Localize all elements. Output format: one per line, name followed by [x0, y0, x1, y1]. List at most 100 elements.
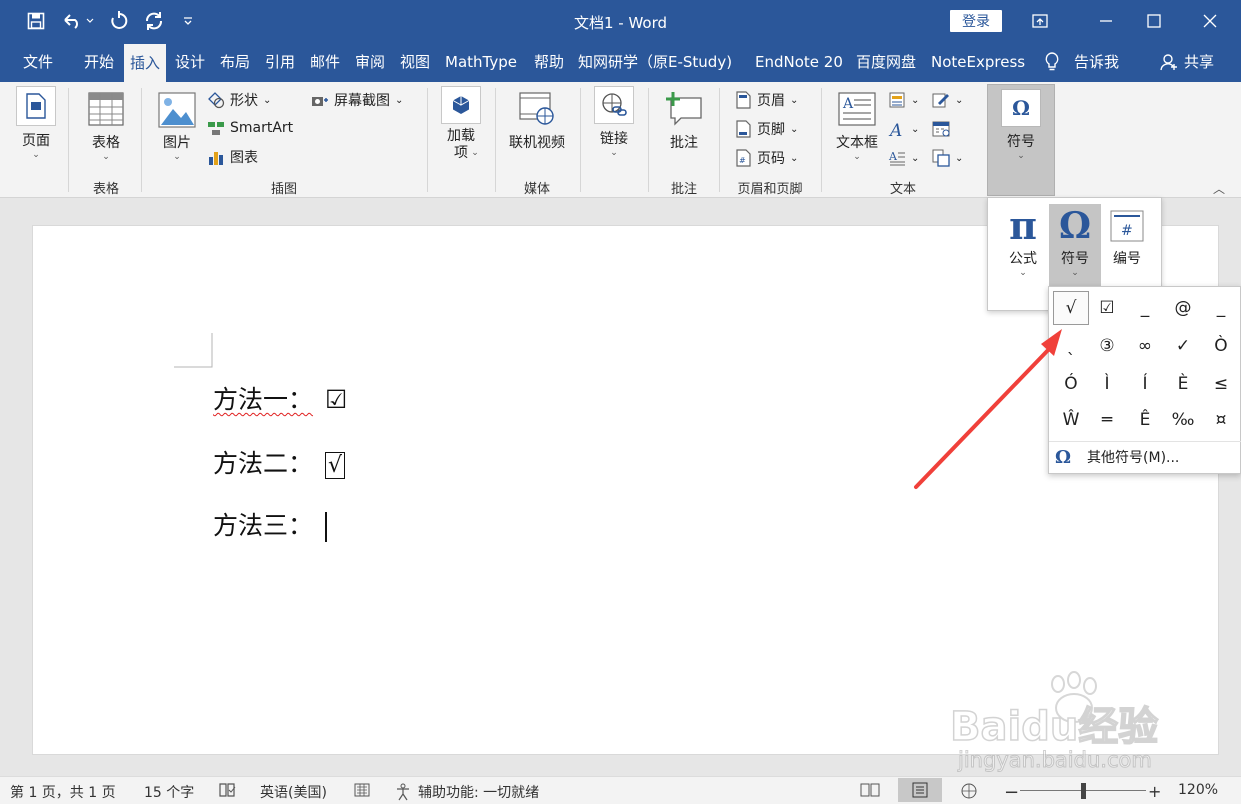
- document-line-1[interactable]: 方法一： ☑: [213, 380, 347, 416]
- line1-label: 方法一：: [213, 385, 314, 414]
- maximize-icon[interactable]: [1134, 8, 1174, 34]
- tab-layout[interactable]: 布局: [220, 42, 250, 82]
- smartart-label: SmartArt: [230, 120, 294, 136]
- addins-button[interactable]: 加载项 ⌄: [440, 86, 482, 161]
- symbol-cell[interactable]: Ò: [1203, 329, 1239, 363]
- symbols-group-button[interactable]: Ω 符号 ⌄: [987, 84, 1055, 196]
- zoom-slider-thumb[interactable]: [1081, 783, 1086, 799]
- page-count[interactable]: 第 1 页，共 1 页: [10, 782, 116, 802]
- symbol-cell[interactable]: Ì: [1089, 367, 1125, 401]
- tab-mathtype[interactable]: MathType: [445, 42, 517, 82]
- minimize-icon[interactable]: [1086, 8, 1126, 34]
- symbol-cell[interactable]: ③: [1089, 329, 1125, 363]
- tab-review[interactable]: 审阅: [355, 42, 385, 82]
- tab-mailings[interactable]: 邮件: [310, 42, 340, 82]
- svg-text:A: A: [842, 96, 854, 112]
- close-icon[interactable]: [1190, 8, 1230, 34]
- comment-icon: [665, 90, 703, 128]
- quick-parts-button[interactable]: ⌄: [888, 88, 919, 112]
- chevron-down-icon: ⌄: [1017, 151, 1025, 161]
- share-button[interactable]: 共享: [1160, 42, 1214, 82]
- table-button[interactable]: 表格 ⌄: [84, 86, 128, 162]
- language-indicator[interactable]: 英语(美国): [260, 782, 327, 802]
- tell-me-label: 告诉我: [1074, 53, 1120, 71]
- symbol-cell[interactable]: ¤: [1203, 403, 1239, 437]
- header-button[interactable]: 页眉 ⌄: [734, 88, 798, 112]
- tab-design[interactable]: 设计: [175, 42, 205, 82]
- zoom-level[interactable]: 120%: [1178, 782, 1218, 798]
- online-video-icon: [519, 90, 555, 128]
- zoom-out-button[interactable]: −: [1004, 782, 1019, 803]
- tab-cnki-estudy[interactable]: 知网研学（原E-Study): [578, 42, 732, 82]
- screenshot-button[interactable]: 屏幕截图 ⌄: [311, 88, 403, 112]
- chart-button[interactable]: 图表: [207, 145, 258, 169]
- symbol-cell[interactable]: ☑: [1089, 291, 1125, 325]
- new-comment-button[interactable]: 批注: [663, 86, 705, 152]
- shapes-button[interactable]: 形状 ⌄: [207, 88, 271, 112]
- drop-cap-button[interactable]: A ⌄: [888, 146, 919, 170]
- symbol-cell[interactable]: ˎ: [1053, 329, 1089, 363]
- page-number-button[interactable]: # 页码 ⌄: [734, 146, 798, 170]
- line2-symbol: √: [325, 452, 346, 479]
- read-mode-icon[interactable]: [860, 782, 880, 798]
- tab-baidu-netdisk[interactable]: 百度网盘: [856, 42, 916, 82]
- number-button[interactable]: # 编号: [1101, 204, 1153, 288]
- web-layout-icon[interactable]: [960, 782, 978, 800]
- wordart-button[interactable]: A ⌄: [888, 117, 919, 141]
- symbol-cell[interactable]: ═: [1089, 403, 1125, 437]
- chevron-down-icon: ⌄: [1019, 268, 1027, 278]
- document-line-2[interactable]: 方法二： √: [213, 444, 346, 480]
- ribbon-display-options-icon[interactable]: [1020, 8, 1060, 34]
- symbol-cell[interactable]: ∞: [1127, 329, 1163, 363]
- symbol-cell[interactable]: _: [1127, 291, 1163, 325]
- collapse-ribbon-icon[interactable]: ︿: [1213, 180, 1225, 197]
- tell-me-search[interactable]: 告诉我: [1044, 42, 1119, 82]
- page-button[interactable]: 页面 ⌄: [14, 86, 58, 160]
- sign-in-button[interactable]: 登录: [950, 10, 1002, 32]
- status-bar: 第 1 页，共 1 页 15 个字 英语(美国) 辅助功能: 一切就绪 − + …: [0, 776, 1241, 804]
- tab-help[interactable]: 帮助: [534, 42, 564, 82]
- accessibility-label: 辅助功能: 一切就绪: [418, 785, 540, 801]
- accessibility-status[interactable]: 辅助功能: 一切就绪: [394, 782, 539, 802]
- symbol-cell[interactable]: @: [1165, 291, 1201, 325]
- proofing-icon[interactable]: [218, 782, 236, 798]
- tab-references[interactable]: 引用: [265, 42, 295, 82]
- symbol-label: 符号: [1061, 251, 1089, 267]
- tab-noteexpress[interactable]: NoteExpress: [931, 42, 1025, 82]
- signature-line-button[interactable]: ⌄: [932, 88, 963, 112]
- tab-home[interactable]: 开始: [84, 42, 114, 82]
- symbol-cell[interactable]: √: [1053, 291, 1089, 325]
- ribbon-separator: [427, 88, 428, 192]
- object-button[interactable]: ⌄: [932, 146, 963, 170]
- footer-button[interactable]: 页脚 ⌄: [734, 117, 798, 141]
- symbol-cell[interactable]: ≤: [1203, 367, 1239, 401]
- symbol-cell[interactable]: ‰: [1165, 403, 1201, 437]
- online-video-button[interactable]: 联机视频: [506, 86, 568, 152]
- equation-button[interactable]: π 公式 ⌄: [997, 204, 1049, 288]
- symbol-cell[interactable]: È: [1165, 367, 1201, 401]
- symbol-cell[interactable]: Ŵ: [1053, 403, 1089, 437]
- tab-file[interactable]: 文件: [23, 42, 53, 82]
- more-symbols-button[interactable]: Ω 其他符号(M)...: [1055, 443, 1179, 471]
- chevron-down-icon: ⌄: [1071, 268, 1079, 278]
- date-time-button[interactable]: [932, 117, 950, 141]
- word-count[interactable]: 15 个字: [144, 782, 194, 802]
- smartart-button[interactable]: SmartArt: [207, 116, 293, 140]
- symbol-cell[interactable]: Ê: [1127, 403, 1163, 437]
- symbol-button[interactable]: Ω 符号 ⌄: [1049, 204, 1101, 288]
- symbol-cell[interactable]: Ó: [1053, 367, 1089, 401]
- document-line-3[interactable]: 方法三：: [213, 506, 328, 542]
- picture-button[interactable]: 图片 ⌄: [155, 86, 199, 162]
- macro-icon[interactable]: [354, 782, 370, 798]
- symbol-cell[interactable]: _: [1203, 291, 1239, 325]
- textbox-button[interactable]: A 文本框 ⌄: [833, 86, 881, 162]
- tab-view[interactable]: 视图: [400, 42, 430, 82]
- symbol-cell[interactable]: Í: [1127, 367, 1163, 401]
- tab-endnote[interactable]: EndNote 20: [755, 42, 843, 82]
- link-button[interactable]: 链接 ⌄: [593, 86, 635, 158]
- zoom-in-button[interactable]: +: [1148, 782, 1161, 801]
- print-layout-icon[interactable]: [898, 778, 942, 802]
- symbol-cell[interactable]: ✓: [1165, 329, 1201, 363]
- link-label: 链接: [600, 131, 628, 147]
- tab-insert[interactable]: 插入: [124, 44, 167, 82]
